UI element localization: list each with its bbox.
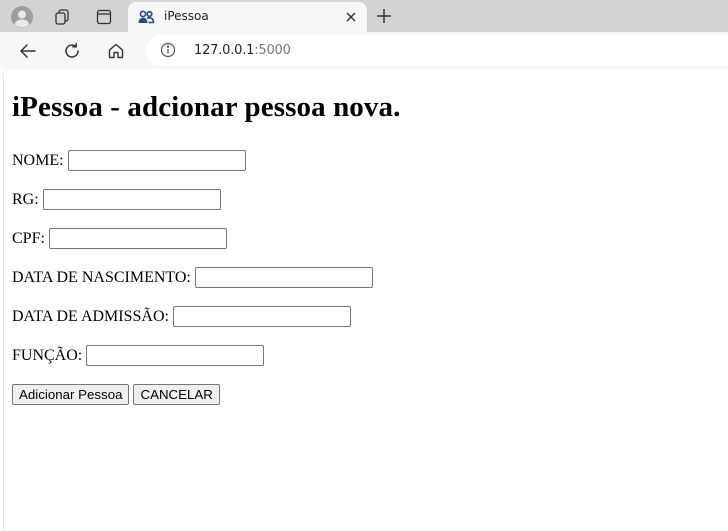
- workspaces-icon: [55, 8, 69, 25]
- profile-avatar-icon: [11, 5, 33, 28]
- data-nascimento-input[interactable]: [194, 267, 373, 288]
- new-tab-button[interactable]: [372, 5, 396, 27]
- cancel-button[interactable]: CANCELAR: [133, 384, 220, 405]
- data-nascimento-field-row: DATA DE NASCIMENTO:: [12, 267, 373, 288]
- profile-button[interactable]: [4, 4, 40, 29]
- data-admissao-label: DATA DE ADMISSÃO:: [12, 307, 169, 325]
- address-bar[interactable]: 127.0.0.1:5000: [146, 35, 728, 66]
- cpf-label: CPF:: [12, 229, 45, 247]
- cpf-field-row: CPF:: [12, 228, 227, 249]
- rg-label: RG:: [12, 190, 39, 208]
- url-port: :5000: [254, 43, 291, 58]
- data-admissao-field-row: DATA DE ADMISSÃO:: [12, 306, 351, 327]
- tab-title: iPessoa: [164, 9, 209, 23]
- funcao-field-row: FUNÇÃO:: [12, 345, 265, 366]
- url-text[interactable]: 127.0.0.1:5000: [194, 43, 291, 58]
- page-title: iPessoa - adcionar pessoa nova.: [12, 91, 401, 123]
- cpf-input[interactable]: [48, 228, 227, 249]
- nome-field-row: NOME:: [12, 150, 246, 171]
- funcao-input[interactable]: [86, 345, 265, 366]
- funcao-label: FUNÇÃO:: [12, 346, 83, 364]
- url-host: 127.0.0.1: [194, 43, 255, 58]
- rg-field-row: RG:: [12, 189, 221, 210]
- tab-close-button[interactable]: [343, 9, 359, 25]
- form-actions: Adicionar Pessoa CANCELAR: [12, 384, 224, 405]
- page-viewport: iPessoa - adcionar pessoa nova. NOME: RG…: [4, 69, 728, 531]
- home-button[interactable]: [102, 37, 130, 65]
- home-icon: [108, 43, 124, 59]
- data-nascimento-label: DATA DE NASCIMENTO:: [12, 268, 191, 286]
- info-icon[interactable]: [160, 42, 176, 58]
- reload-button[interactable]: [58, 37, 86, 65]
- close-icon: [346, 12, 356, 22]
- tab-ipessoa[interactable]: iPessoa: [128, 2, 367, 32]
- tab-actions-icon: [96, 9, 112, 24]
- workspaces-button[interactable]: [44, 4, 80, 29]
- nome-input[interactable]: [67, 150, 246, 171]
- browser-toolbar: 127.0.0.1:5000: [0, 32, 728, 69]
- tab-actions-button[interactable]: [86, 4, 122, 29]
- data-admissao-input[interactable]: [172, 306, 351, 327]
- back-button[interactable]: [14, 37, 42, 65]
- arrow-left-icon: [20, 44, 36, 58]
- people-icon: [138, 10, 155, 24]
- browser-tab-strip: iPessoa: [0, 0, 728, 32]
- plus-icon: [377, 9, 391, 23]
- add-person-button[interactable]: Adicionar Pessoa: [12, 384, 130, 405]
- nome-label: NOME:: [12, 151, 64, 169]
- rg-input[interactable]: [42, 189, 221, 210]
- reload-icon: [65, 42, 79, 58]
